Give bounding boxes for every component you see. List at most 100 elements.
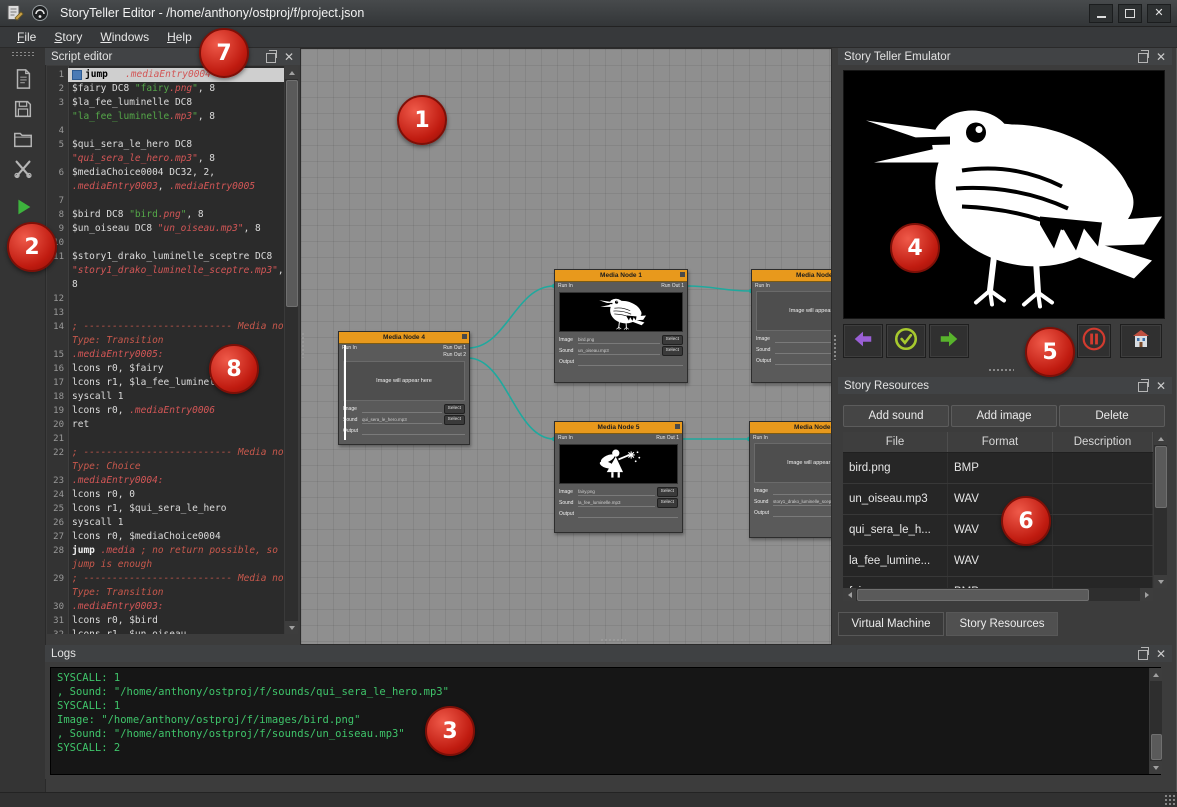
validate-button[interactable] bbox=[886, 324, 926, 358]
undock-icon[interactable] bbox=[1138, 382, 1148, 392]
annotation-badge-5: 5 bbox=[1025, 327, 1075, 377]
scrollbar-thumb[interactable] bbox=[1155, 446, 1167, 508]
menu-story[interactable]: Story bbox=[45, 28, 91, 46]
scrollbar-thumb[interactable] bbox=[286, 80, 298, 307]
run-out-ports[interactable]: Run Out 1Run Out 2 bbox=[443, 345, 466, 359]
close-dock-icon[interactable]: ✕ bbox=[284, 52, 294, 62]
delete-button[interactable]: Delete bbox=[1059, 405, 1165, 427]
save-button[interactable] bbox=[9, 97, 37, 125]
node-field-row: Output bbox=[750, 507, 832, 518]
menu-file[interactable]: File bbox=[8, 28, 45, 46]
close-button[interactable]: ✕ bbox=[1147, 4, 1171, 23]
column-header-description[interactable]: Description bbox=[1053, 432, 1153, 452]
node-select-button[interactable]: Select bbox=[444, 404, 465, 414]
bottom-splitter-handle[interactable] bbox=[600, 638, 626, 643]
pause-button[interactable] bbox=[1077, 324, 1111, 358]
close-dock-icon[interactable]: ✕ bbox=[1156, 52, 1166, 62]
titlebar[interactable]: StoryTeller Editor - /home/anthony/ostpr… bbox=[0, 0, 1177, 27]
run-in-port[interactable]: Run In bbox=[342, 345, 357, 359]
scroll-right-icon[interactable] bbox=[1140, 588, 1153, 601]
table-row[interactable]: bird.pngBMP bbox=[843, 453, 1153, 484]
scroll-up-icon[interactable] bbox=[285, 66, 298, 79]
undock-icon[interactable] bbox=[266, 53, 276, 63]
node-select-button[interactable]: Select bbox=[444, 415, 465, 425]
logs-vertical-scrollbar[interactable] bbox=[1149, 668, 1162, 774]
open-folder-button[interactable] bbox=[9, 127, 37, 155]
script-editor[interactable]: 1jump .mediaEntry00042$fairy DC8 "fairy.… bbox=[47, 66, 298, 634]
node-select-button[interactable]: Select bbox=[662, 346, 683, 356]
scroll-down-icon[interactable] bbox=[1154, 575, 1167, 588]
node-title[interactable]: Media Node 1 bbox=[555, 270, 687, 282]
toolbar-drag-handle[interactable] bbox=[11, 51, 35, 57]
column-header-file[interactable]: File bbox=[843, 432, 948, 452]
table-horizontal-scrollbar[interactable] bbox=[843, 588, 1153, 601]
media-node[interactable]: Media Node 3Run InImage will appear here… bbox=[751, 269, 832, 383]
undock-icon[interactable] bbox=[1138, 650, 1148, 660]
media-node[interactable]: Media Node 1Run InRun Out 1Imagebird.png… bbox=[554, 269, 688, 383]
node-title[interactable]: Media Node 5 bbox=[555, 422, 682, 434]
code-text: Type: Choice bbox=[68, 460, 298, 474]
run-in-port[interactable]: Run In bbox=[558, 435, 573, 442]
scroll-down-icon[interactable] bbox=[1150, 761, 1162, 774]
prev-button[interactable] bbox=[843, 324, 883, 358]
add-sound-button[interactable]: Add sound bbox=[843, 405, 949, 427]
node-field-row: Output bbox=[752, 355, 832, 366]
close-dock-icon[interactable]: ✕ bbox=[1156, 381, 1166, 391]
menu-windows[interactable]: Windows bbox=[91, 28, 158, 46]
table-row[interactable]: fairy.pngBMP bbox=[843, 577, 1153, 588]
tab-virtual-machine[interactable]: Virtual Machine bbox=[838, 612, 944, 636]
close-dock-icon[interactable]: ✕ bbox=[1156, 649, 1166, 659]
left-splitter-handle[interactable] bbox=[301, 332, 306, 358]
node-select-button[interactable]: Select bbox=[657, 498, 678, 508]
media-node[interactable]: Media Node 6Run InImage will appear here… bbox=[749, 421, 832, 538]
minimize-button[interactable] bbox=[1089, 4, 1113, 23]
logs-output[interactable]: SYSCALL: 1, Sound: "/home/anthony/ostpro… bbox=[50, 667, 1161, 775]
scissors-button[interactable] bbox=[9, 157, 37, 185]
node-select-button[interactable]: Select bbox=[662, 335, 683, 345]
new-script-button[interactable] bbox=[9, 67, 37, 95]
scrollbar-thumb[interactable] bbox=[857, 589, 1089, 601]
run-in-port[interactable]: Run In bbox=[558, 283, 573, 290]
table-vertical-scrollbar[interactable] bbox=[1153, 432, 1167, 588]
table-row[interactable]: un_oiseau.mp3WAV bbox=[843, 484, 1153, 515]
scroll-down-icon[interactable] bbox=[285, 621, 298, 634]
resize-grip[interactable] bbox=[1164, 794, 1175, 805]
code-line: 17lcons r1, $la_fee_luminelle bbox=[47, 376, 298, 390]
scroll-left-icon[interactable] bbox=[843, 588, 856, 601]
node-graph-canvas[interactable]: Media Node 4Run InRun Out 1Run Out 2Imag… bbox=[300, 48, 832, 645]
script-edit-icon bbox=[6, 4, 24, 22]
code-line: 8 bbox=[47, 278, 298, 292]
emulator-splitter-handle[interactable] bbox=[988, 368, 1014, 373]
run-button[interactable] bbox=[9, 195, 37, 223]
home-button[interactable] bbox=[1120, 324, 1162, 358]
media-node[interactable]: Media Node 4Run InRun Out 1Run Out 2Imag… bbox=[338, 331, 470, 445]
code-line: 7 bbox=[47, 194, 298, 208]
run-out-ports[interactable]: Run Out 1 bbox=[661, 283, 684, 290]
node-select-button[interactable]: Select bbox=[657, 487, 678, 497]
script-editor-dock-header: Script editor ✕ bbox=[45, 48, 300, 65]
new-script-icon bbox=[12, 68, 34, 95]
menubar: FileStoryWindowsHelp bbox=[0, 27, 1177, 48]
table-row[interactable]: qui_sera_le_h...WAV bbox=[843, 515, 1153, 546]
right-splitter-handle[interactable] bbox=[833, 334, 838, 360]
node-title[interactable]: Media Node 3 bbox=[752, 270, 832, 282]
tab-story-resources[interactable]: Story Resources bbox=[946, 612, 1058, 636]
scroll-up-icon[interactable] bbox=[1150, 668, 1162, 681]
run-in-port[interactable]: Run In bbox=[755, 283, 770, 289]
next-button[interactable] bbox=[929, 324, 969, 358]
scroll-up-icon[interactable] bbox=[1154, 432, 1167, 445]
run-out-ports[interactable]: Run Out 1 bbox=[656, 435, 679, 442]
media-node[interactable]: Media Node 5Run InRun Out 1Imagefairy.pn… bbox=[554, 421, 683, 533]
column-header-format[interactable]: Format bbox=[948, 432, 1053, 452]
maximize-button[interactable] bbox=[1118, 4, 1142, 23]
menu-help[interactable]: Help bbox=[158, 28, 201, 46]
annotation-badge-4: 4 bbox=[890, 223, 940, 273]
undock-icon[interactable] bbox=[1138, 53, 1148, 63]
node-title[interactable]: Media Node 6 bbox=[750, 422, 832, 434]
add-image-button[interactable]: Add image bbox=[951, 405, 1057, 427]
node-title[interactable]: Media Node 4 bbox=[339, 332, 469, 344]
editor-vertical-scrollbar[interactable] bbox=[284, 66, 298, 634]
table-row[interactable]: la_fee_lumine...WAV bbox=[843, 546, 1153, 577]
scrollbar-thumb[interactable] bbox=[1151, 734, 1162, 760]
run-in-port[interactable]: Run In bbox=[753, 435, 768, 441]
